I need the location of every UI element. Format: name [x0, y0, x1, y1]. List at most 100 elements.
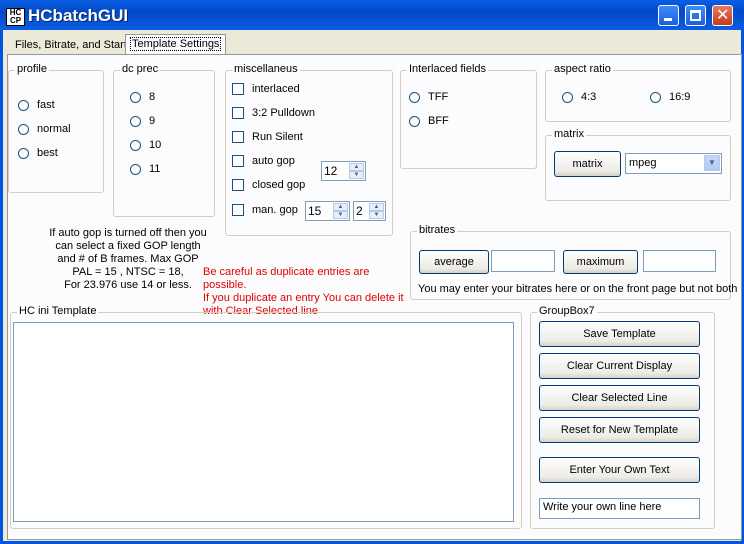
aspect-16-9-radio[interactable]: 16:9 — [650, 89, 690, 105]
bitrates-note: You may enter your bitrates here or on t… — [418, 283, 738, 295]
main-window: HC CP HCbatchGUI ✕ Files, Bitrate, and St… — [0, 0, 744, 544]
dc-prec-radio-8[interactable]: 8 — [130, 89, 155, 105]
window-title: HCbatchGUI — [28, 6, 129, 25]
checkbox-label: interlaced — [252, 83, 300, 95]
template-text-area[interactable] — [13, 322, 514, 522]
groupbox7-legend: GroupBox7 — [537, 305, 597, 317]
enter-own-text-button[interactable]: Enter Your Own Text — [539, 457, 700, 483]
radio-label: 8 — [149, 91, 156, 103]
minimize-icon — [664, 18, 672, 21]
title-bar[interactable]: HC CP HCbatchGUI ✕ — [0, 0, 744, 30]
arrow-up-icon[interactable]: ▲ — [369, 203, 384, 211]
closed-gop-checkbox[interactable]: closed gop — [232, 177, 305, 193]
matrix-select[interactable]: mpeg ▼ — [625, 153, 722, 174]
close-button[interactable]: ✕ — [712, 5, 733, 26]
dc-prec-legend: dc prec — [120, 63, 161, 75]
arrow-down-icon[interactable]: ▼ — [369, 211, 384, 219]
clear-selected-line-button[interactable]: Clear Selected Line — [539, 385, 700, 411]
maximum-bitrate-input[interactable] — [643, 250, 716, 272]
radio-label: 4:3 — [581, 91, 597, 103]
dc-prec-radio-10[interactable]: 10 — [130, 137, 161, 153]
warning-line: If you duplicate an entry You can delete… — [203, 292, 404, 304]
pulldown-checkbox[interactable]: 3:2 Pulldown — [232, 105, 315, 121]
checkbox-icon — [232, 107, 244, 120]
radio-circle-icon — [130, 139, 141, 151]
auto-gop-stepper[interactable]: 12 ▲ ▼ — [321, 161, 366, 181]
average-button[interactable]: average — [419, 250, 489, 274]
gop-note-line: can select a fixed GOP length — [55, 240, 201, 252]
radio-label: fast — [37, 99, 55, 111]
duplicate-warning: Be careful as duplicate entries are poss… — [203, 266, 413, 318]
bff-radio[interactable]: BFF — [409, 113, 449, 129]
tab-files-bitrate-start[interactable]: Files, Bitrate, and Start — [11, 36, 131, 55]
dc-prec-radio-9[interactable]: 9 — [130, 113, 155, 129]
own-line-input[interactable]: Write your own line here — [539, 498, 700, 519]
arrow-down-icon[interactable]: ▼ — [349, 171, 364, 179]
profile-radio-normal[interactable]: normal — [18, 121, 71, 137]
matrix-legend: matrix — [552, 128, 586, 140]
average-bitrate-input[interactable] — [491, 250, 555, 272]
run-silent-checkbox[interactable]: Run Silent — [232, 129, 303, 145]
arrow-up-icon[interactable]: ▲ — [333, 203, 348, 211]
gop-note-line: PAL = 15 , NTSC = 18, — [72, 266, 184, 278]
dc-prec-group: dc prec — [113, 63, 215, 217]
gop-note: If auto gop is turned off then you can s… — [43, 227, 213, 292]
app-icon: HC CP — [6, 8, 25, 26]
radio-circle-icon — [18, 123, 29, 135]
checkbox-icon — [232, 155, 244, 168]
profile-legend: profile — [15, 63, 49, 75]
tff-radio[interactable]: TFF — [409, 89, 448, 105]
maximum-button[interactable]: maximum — [563, 250, 638, 274]
stepper-arrows[interactable]: ▲ ▼ — [369, 203, 384, 219]
matrix-button[interactable]: matrix — [554, 151, 621, 177]
radio-label: TFF — [428, 91, 449, 103]
dc-prec-radio-11[interactable]: 11 — [130, 161, 160, 177]
aspect-4-3-radio[interactable]: 4:3 — [562, 89, 596, 105]
stepper-arrows[interactable]: ▲ ▼ — [333, 203, 348, 219]
hc-ini-template-legend: HC ini Template — [17, 305, 99, 317]
arrow-down-icon[interactable]: ▼ — [333, 211, 348, 219]
radio-circle-icon — [562, 91, 573, 103]
checkbox-label: auto gop — [252, 155, 295, 167]
radio-label: 11 — [149, 163, 161, 175]
auto-gop-checkbox[interactable]: auto gop — [232, 153, 295, 169]
gop-note-line: and # of B frames. Max GOP — [57, 253, 199, 265]
matrix-select-value: mpeg — [629, 157, 657, 169]
interlaced-checkbox[interactable]: interlaced — [232, 81, 300, 97]
man-gop-checkbox[interactable]: man. gop — [232, 202, 298, 218]
maximize-icon — [690, 10, 701, 21]
profile-radio-fast[interactable]: fast — [18, 97, 55, 113]
man-gop-length-stepper[interactable]: 15 ▲ ▼ — [305, 201, 350, 221]
arrow-up-icon[interactable]: ▲ — [349, 163, 364, 171]
warning-line: Be careful as duplicate entries are poss… — [203, 266, 370, 291]
gop-note-line: If auto gop is turned off then you — [49, 227, 207, 239]
man-gop-bframes-stepper[interactable]: 2 ▲ ▼ — [353, 201, 386, 221]
bitrates-legend: bitrates — [417, 224, 458, 236]
radio-circle-icon — [650, 91, 661, 103]
tab-template-settings-label: Template Settings — [130, 37, 222, 51]
radio-label: 10 — [149, 139, 162, 151]
checkbox-icon — [232, 204, 244, 217]
checkbox-label: Run Silent — [252, 131, 303, 143]
clear-current-display-button[interactable]: Clear Current Display — [539, 353, 700, 379]
radio-circle-icon — [18, 99, 29, 111]
radio-circle-icon — [18, 147, 29, 159]
reset-template-button[interactable]: Reset for New Template — [539, 417, 700, 443]
save-template-button[interactable]: Save Template — [539, 321, 700, 347]
chevron-down-icon[interactable]: ▼ — [704, 155, 720, 171]
tab-template-settings[interactable]: Template Settings — [125, 34, 227, 54]
gop-note-line: For 23.976 use 14 or less. — [64, 279, 192, 291]
man-gop-length-value: 15 — [308, 204, 322, 218]
man-gop-bframes-value: 2 — [356, 204, 363, 218]
close-icon: ✕ — [716, 5, 730, 24]
radio-circle-icon — [130, 115, 141, 127]
radio-label: BFF — [428, 115, 449, 127]
interlaced-fields-legend: Interlaced fields — [407, 63, 489, 75]
stepper-arrows[interactable]: ▲ ▼ — [349, 163, 364, 179]
checkbox-label: closed gop — [252, 179, 306, 191]
radio-label: 16:9 — [669, 91, 691, 103]
profile-radio-best[interactable]: best — [18, 145, 58, 161]
minimize-button[interactable] — [658, 5, 679, 26]
maximize-button[interactable] — [685, 5, 706, 26]
checkbox-label: 3:2 Pulldown — [252, 107, 315, 119]
